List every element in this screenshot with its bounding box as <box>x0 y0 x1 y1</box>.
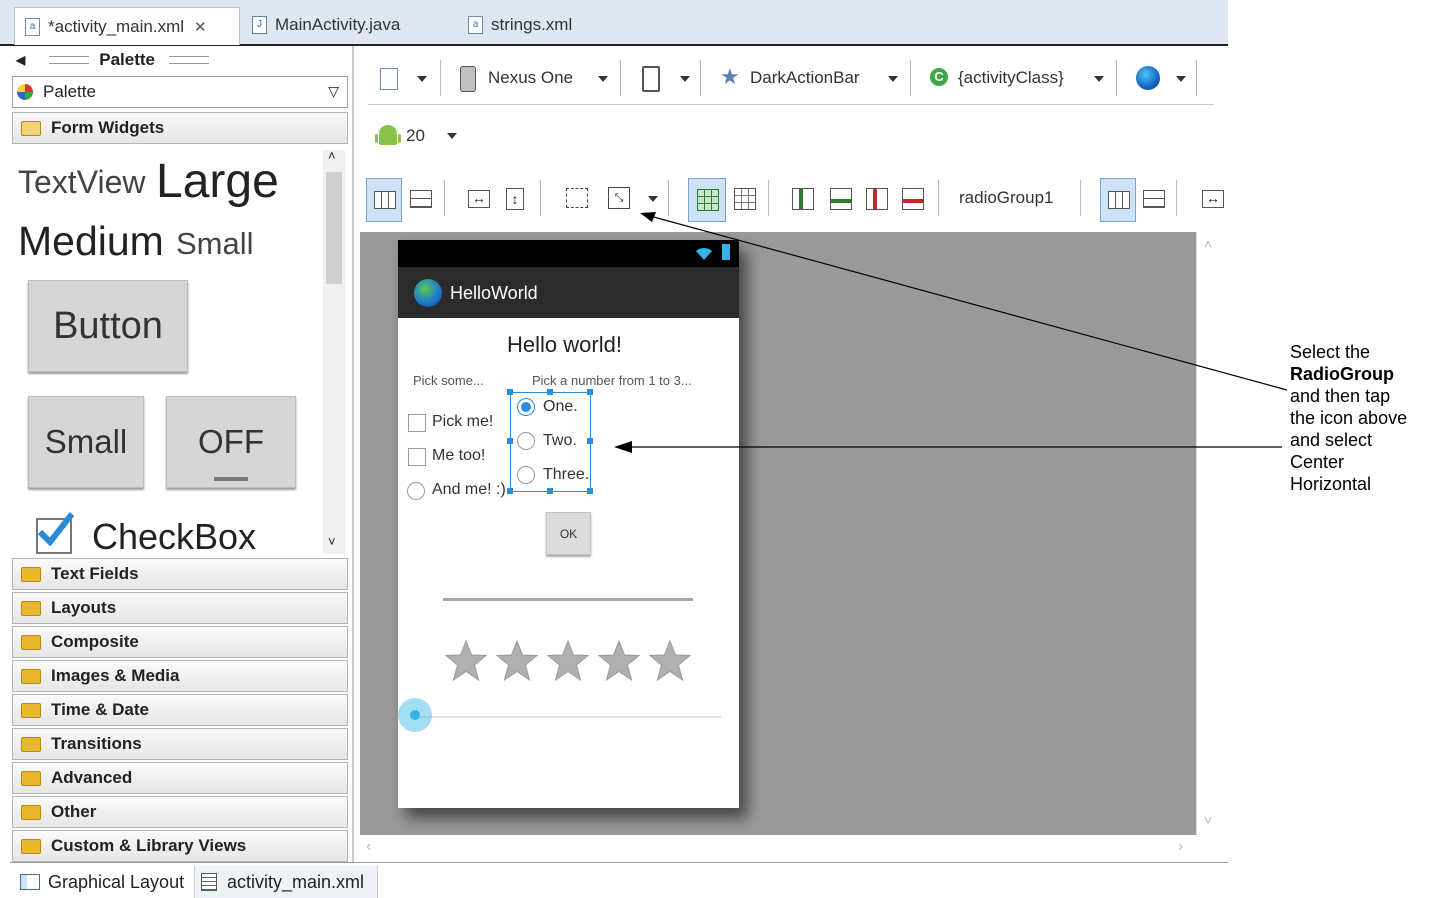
callout-line: Select the <box>1290 342 1371 362</box>
tab-graphical-layout[interactable]: Graphical Layout <box>14 866 190 898</box>
callout-line: the icon above <box>1290 408 1408 428</box>
callout-line: Center <box>1290 452 1345 472</box>
callout-bold: RadioGroup <box>1290 364 1394 384</box>
bottom-divider <box>10 862 1228 863</box>
graphical-layout-icon <box>20 874 40 890</box>
tab-label: Graphical Layout <box>48 871 185 892</box>
callout-line: Horizontal <box>1290 474 1372 494</box>
tab-activity-main-xml-source[interactable]: activity_main.xml <box>194 866 378 898</box>
callout-line: and select <box>1290 430 1373 450</box>
instruction-callout: Select the RadioGroup and then tap the i… <box>1290 341 1435 495</box>
tab-label: activity_main.xml <box>227 871 365 892</box>
callout-line: and then tap <box>1290 386 1391 406</box>
xml-source-icon <box>201 873 217 891</box>
annotation-arrows <box>614 212 1288 453</box>
